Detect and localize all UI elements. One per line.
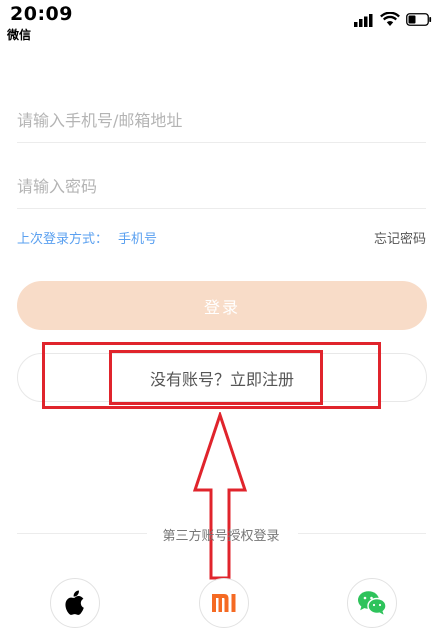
xiaomi-login-button[interactable] bbox=[199, 578, 249, 628]
signal-icon bbox=[354, 14, 373, 27]
status-time: 20:09 bbox=[10, 3, 73, 25]
battery-icon bbox=[406, 13, 432, 26]
login-button[interactable]: 登录 bbox=[17, 281, 427, 330]
login-button-label: 登录 bbox=[203, 297, 240, 317]
annotation-arrow-up-icon bbox=[192, 412, 248, 580]
third-party-login-label: 第三方账号授权登录 bbox=[162, 529, 280, 544]
wechat-icon bbox=[358, 591, 387, 615]
last-login-method: 手机号 bbox=[118, 232, 158, 247]
status-bar: 20:09 微信 bbox=[0, 0, 442, 44]
password-input[interactable] bbox=[17, 164, 426, 208]
apple-login-button[interactable] bbox=[50, 578, 100, 628]
annotation-highlight-inner bbox=[109, 350, 323, 405]
xiaomi-icon bbox=[212, 594, 236, 612]
apple-icon bbox=[65, 590, 84, 615]
last-login-label: 上次登录方式： bbox=[17, 232, 109, 247]
password-field bbox=[17, 164, 426, 209]
wifi-icon bbox=[380, 12, 400, 26]
phone-email-field bbox=[17, 98, 426, 143]
wechat-login-button[interactable] bbox=[347, 578, 397, 628]
status-app-name: 微信 bbox=[7, 28, 32, 42]
forgot-password-link[interactable]: 忘记密码 bbox=[374, 228, 426, 247]
phone-email-input[interactable] bbox=[17, 98, 426, 142]
